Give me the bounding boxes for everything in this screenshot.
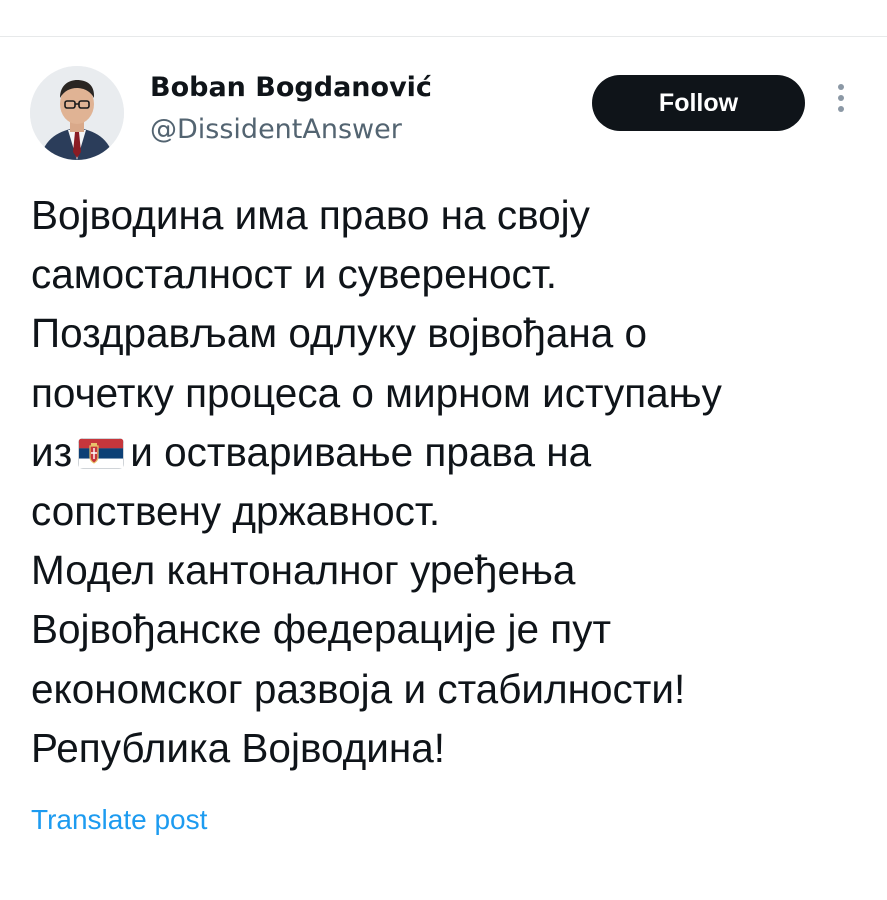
author-display-name[interactable]: Boban Bogdanović [150, 70, 432, 106]
follow-button[interactable]: Follow [592, 75, 805, 131]
top-divider [0, 36, 887, 37]
dot [838, 95, 844, 101]
tweet-line: Поздрављам одлуку војвођана о [31, 310, 648, 357]
avatar-photo-icon [30, 66, 124, 160]
more-options-icon[interactable] [832, 84, 850, 124]
author-handle[interactable]: @DissidentAnswer [150, 112, 402, 148]
tweet-line: Војводина има право на своју [31, 192, 590, 238]
tweet-line: економског развоја и стабилности! [31, 665, 686, 712]
tweet-fragment: из [31, 428, 73, 475]
dot [838, 106, 844, 112]
translate-post-link[interactable]: Translate post [31, 802, 207, 838]
tweet-line: сопствену државност. [31, 487, 441, 534]
tweet-line: самосталност и сувереност. [31, 251, 558, 298]
tweet-line: Република Војводина! [31, 724, 446, 771]
tweet-line: Модел кантоналног уређења [31, 547, 576, 594]
dot [838, 84, 844, 90]
serbia-flag-icon [78, 437, 125, 469]
avatar[interactable] [30, 66, 124, 160]
tweet-line: почетку процеса о мирном иступању [31, 369, 722, 416]
tweet-text: Војводина има право на своју самосталнос… [31, 186, 871, 778]
tweet-line-with-emoji: из и остваривање права на [31, 423, 871, 482]
tweet-line: Војвођанске федерације је пут [31, 606, 611, 653]
tweet-fragment: и остваривање права на [130, 428, 592, 475]
